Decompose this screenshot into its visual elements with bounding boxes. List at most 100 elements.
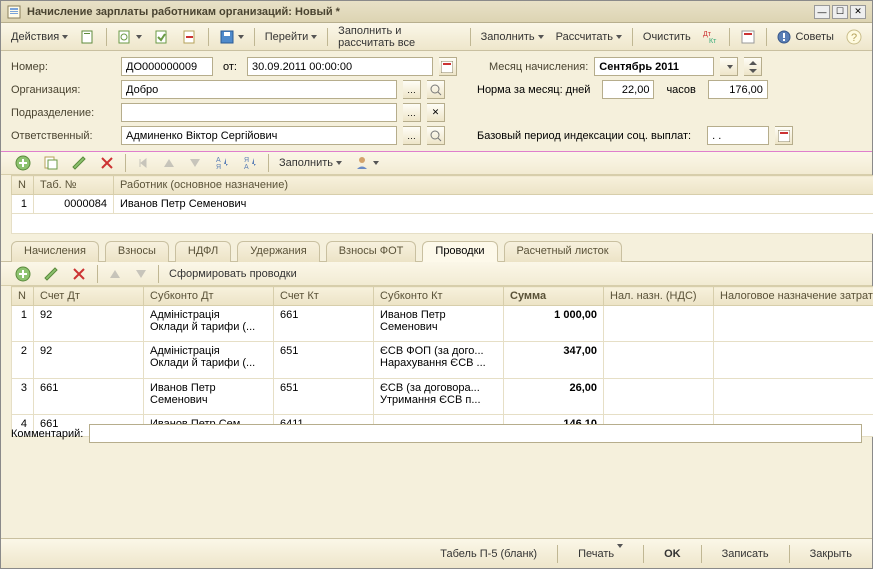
close-form-button[interactable]: Закрыть (800, 545, 862, 563)
number-label: Номер: (11, 61, 115, 73)
tab-ndfl[interactable]: НДФЛ (175, 241, 231, 262)
date-field[interactable]: 30.09.2011 00:00:00 (247, 57, 433, 76)
copy-icon[interactable] (39, 153, 63, 173)
number-field[interactable]: ДО000000009 (121, 57, 213, 76)
actions-menu[interactable]: Действия (7, 29, 72, 45)
new-icon[interactable] (76, 27, 100, 47)
first-icon[interactable] (132, 154, 154, 172)
delete-icon[interactable] (95, 153, 119, 173)
col-tabno[interactable]: Таб. № (34, 176, 114, 195)
fill-menu[interactable]: Заполнить (477, 29, 548, 45)
fill-submenu[interactable]: Заполнить (275, 155, 346, 171)
entry-down-icon[interactable] (130, 265, 152, 283)
org-select-icon[interactable]: … (403, 80, 421, 99)
refresh-icon[interactable] (113, 27, 146, 47)
add-entry-icon[interactable] (11, 264, 35, 284)
maximize-button[interactable]: ☐ (832, 5, 848, 19)
fill-calc-all-button[interactable]: Заполнить и рассчитать все (334, 23, 464, 51)
edit-entry-icon[interactable] (39, 264, 63, 284)
svg-text:А: А (216, 157, 221, 164)
tab-payslip[interactable]: Расчетный листок (504, 241, 622, 262)
subdiv-clear-icon[interactable]: ✕ (427, 103, 445, 122)
svg-text:Дт: Дт (703, 31, 712, 38)
svg-text:Кт: Кт (709, 38, 717, 45)
subdiv-label: Подразделение: (11, 107, 115, 119)
ok-button[interactable]: OK (654, 545, 691, 563)
col-nds[interactable]: Нал. назн. (НДС) (604, 287, 714, 306)
entry-row[interactable]: 3661Иванов Петр Семенович651ЄСВ (за дого… (12, 378, 873, 414)
calendar-icon[interactable] (439, 57, 457, 76)
unpost-icon[interactable] (178, 27, 202, 47)
minimize-button[interactable]: — (814, 5, 830, 19)
tab-deductions[interactable]: Удержания (237, 241, 319, 262)
resp-field[interactable]: Админенко Віктор Сергійович (121, 126, 397, 145)
entries-grid: N Счет Дт Субконто Дт Счет Кт Субконто К… (11, 286, 873, 418)
from-label: от: (223, 61, 237, 73)
col-sub-dt[interactable]: Субконто Дт (144, 287, 274, 306)
subdiv-select-icon[interactable]: … (403, 103, 421, 122)
comment-label: Комментарий: (11, 428, 83, 440)
bottom-bar: Табель П-5 (бланк) Печать OK Записать За… (1, 538, 872, 568)
baseperiod-field[interactable]: . . (707, 126, 769, 145)
clear-button[interactable]: Очистить (639, 29, 695, 45)
person-icon[interactable] (350, 153, 383, 173)
month-dropdown-icon[interactable] (720, 57, 738, 76)
form-entries-button[interactable]: Сформировать проводки (165, 266, 301, 282)
col-schet-dt[interactable]: Счет Дт (34, 287, 144, 306)
close-button[interactable]: ✕ (850, 5, 866, 19)
org-field[interactable]: Добро (121, 80, 397, 99)
month-spinner-icon[interactable] (744, 57, 762, 76)
tab-accruals[interactable]: Начисления (11, 241, 99, 262)
sort-asc-icon[interactable]: АЯ (210, 153, 234, 173)
col-sum[interactable]: Сумма (504, 287, 604, 306)
down-icon[interactable] (184, 154, 206, 172)
employee-row[interactable]: 1 0000084 Иванов Петр Семенович (12, 195, 873, 214)
calc-menu[interactable]: Рассчитать (552, 29, 626, 45)
print-menu[interactable]: Печать (568, 545, 633, 563)
employee-toolbar: АЯ ЯА Заполнить (1, 151, 872, 175)
col-sub-kt[interactable]: Субконто Кт (374, 287, 504, 306)
entry-up-icon[interactable] (104, 265, 126, 283)
save-button[interactable]: Записать (712, 545, 779, 563)
hours-label: часов (666, 84, 695, 96)
up-icon[interactable] (158, 154, 180, 172)
advice-button[interactable]: Советы (772, 27, 837, 47)
norm-label: Норма за месяц: дней (477, 84, 590, 96)
norm-hours-field[interactable]: 176,00 (708, 80, 768, 99)
org-search-icon[interactable] (427, 80, 445, 99)
extra-icon[interactable] (736, 27, 760, 47)
col-n[interactable]: N (12, 176, 34, 195)
subdiv-field[interactable] (121, 103, 397, 122)
svg-text:Я: Я (244, 157, 249, 164)
baseperiod-calendar-icon[interactable] (775, 126, 793, 145)
norm-days-field[interactable]: 22,00 (602, 80, 654, 99)
tab-entries[interactable]: Проводки (422, 241, 497, 262)
resp-label: Ответственный: (11, 130, 115, 142)
col-worker[interactable]: Работник (основное назначение) (114, 176, 873, 195)
goto-menu[interactable]: Перейти (261, 29, 322, 45)
entry-row[interactable]: 192АдміністраціяОклади й тарифи (...661И… (12, 306, 873, 342)
dtkt-icon[interactable]: ДтКт (699, 27, 723, 47)
save-icon[interactable] (215, 27, 248, 47)
col-schet-kt[interactable]: Счет Кт (274, 287, 374, 306)
comment-field[interactable] (89, 424, 862, 443)
help-icon[interactable]: ? (842, 27, 866, 47)
tabel-button[interactable]: Табель П-5 (бланк) (430, 545, 547, 563)
col-n[interactable]: N (12, 287, 34, 306)
post-icon[interactable] (150, 27, 174, 47)
tab-contributions[interactable]: Взносы (105, 241, 169, 262)
resp-select-icon[interactable]: … (403, 126, 421, 145)
delete-entry-icon[interactable] (67, 264, 91, 284)
main-toolbar: Действия Перейти Заполнить и рассчитать … (1, 23, 872, 51)
entry-row[interactable]: 292АдміністраціяОклади й тарифи (...651Є… (12, 342, 873, 378)
tabs: Начисления Взносы НДФЛ Удержания Взносы … (1, 234, 872, 262)
resp-search-icon[interactable] (427, 126, 445, 145)
svg-text:?: ? (851, 32, 857, 44)
tab-contrib-fot[interactable]: Взносы ФОТ (326, 241, 417, 262)
sort-desc-icon[interactable]: ЯА (238, 153, 262, 173)
edit-icon[interactable] (67, 153, 91, 173)
add-icon[interactable] (11, 153, 35, 173)
col-tax-purpose[interactable]: Налоговое назначение затрат (714, 287, 873, 306)
month-field[interactable]: Сентябрь 2011 (594, 57, 714, 76)
window-title: Начисление зарплаты работникам организац… (27, 6, 814, 18)
